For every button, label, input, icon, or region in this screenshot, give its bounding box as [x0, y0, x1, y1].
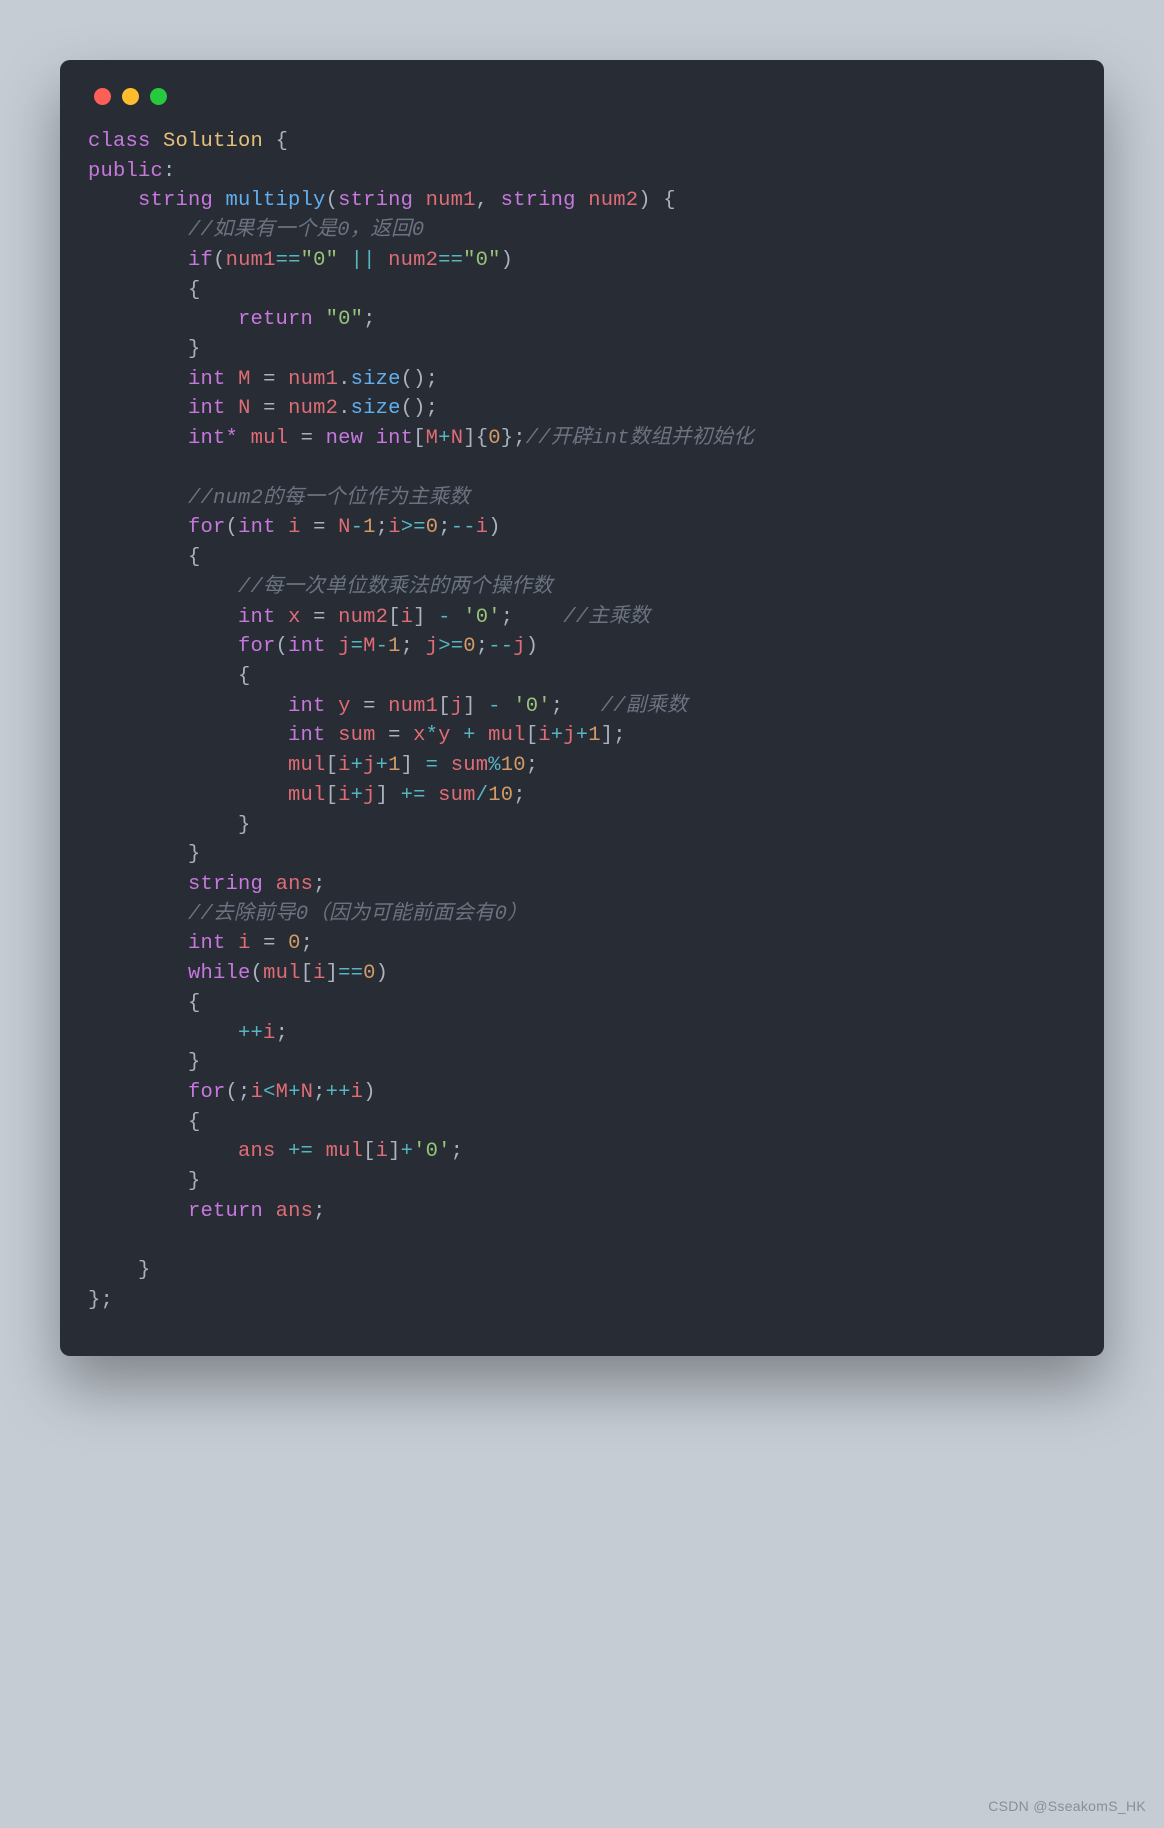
- code-window: class Solution { public: string multiply…: [60, 60, 1104, 1356]
- maximize-icon[interactable]: [150, 88, 167, 105]
- class-name: Solution: [163, 130, 263, 153]
- watermark: CSDN @SseakomS_HK: [988, 1798, 1146, 1814]
- minimize-icon[interactable]: [122, 88, 139, 105]
- comment: //如果有一个是0，返回0: [188, 219, 424, 242]
- close-icon[interactable]: [94, 88, 111, 105]
- function-name: multiply: [226, 189, 326, 212]
- keyword: class: [88, 130, 151, 153]
- code-block: class Solution { public: string multiply…: [88, 127, 1076, 1316]
- window-titlebar: [88, 82, 1076, 127]
